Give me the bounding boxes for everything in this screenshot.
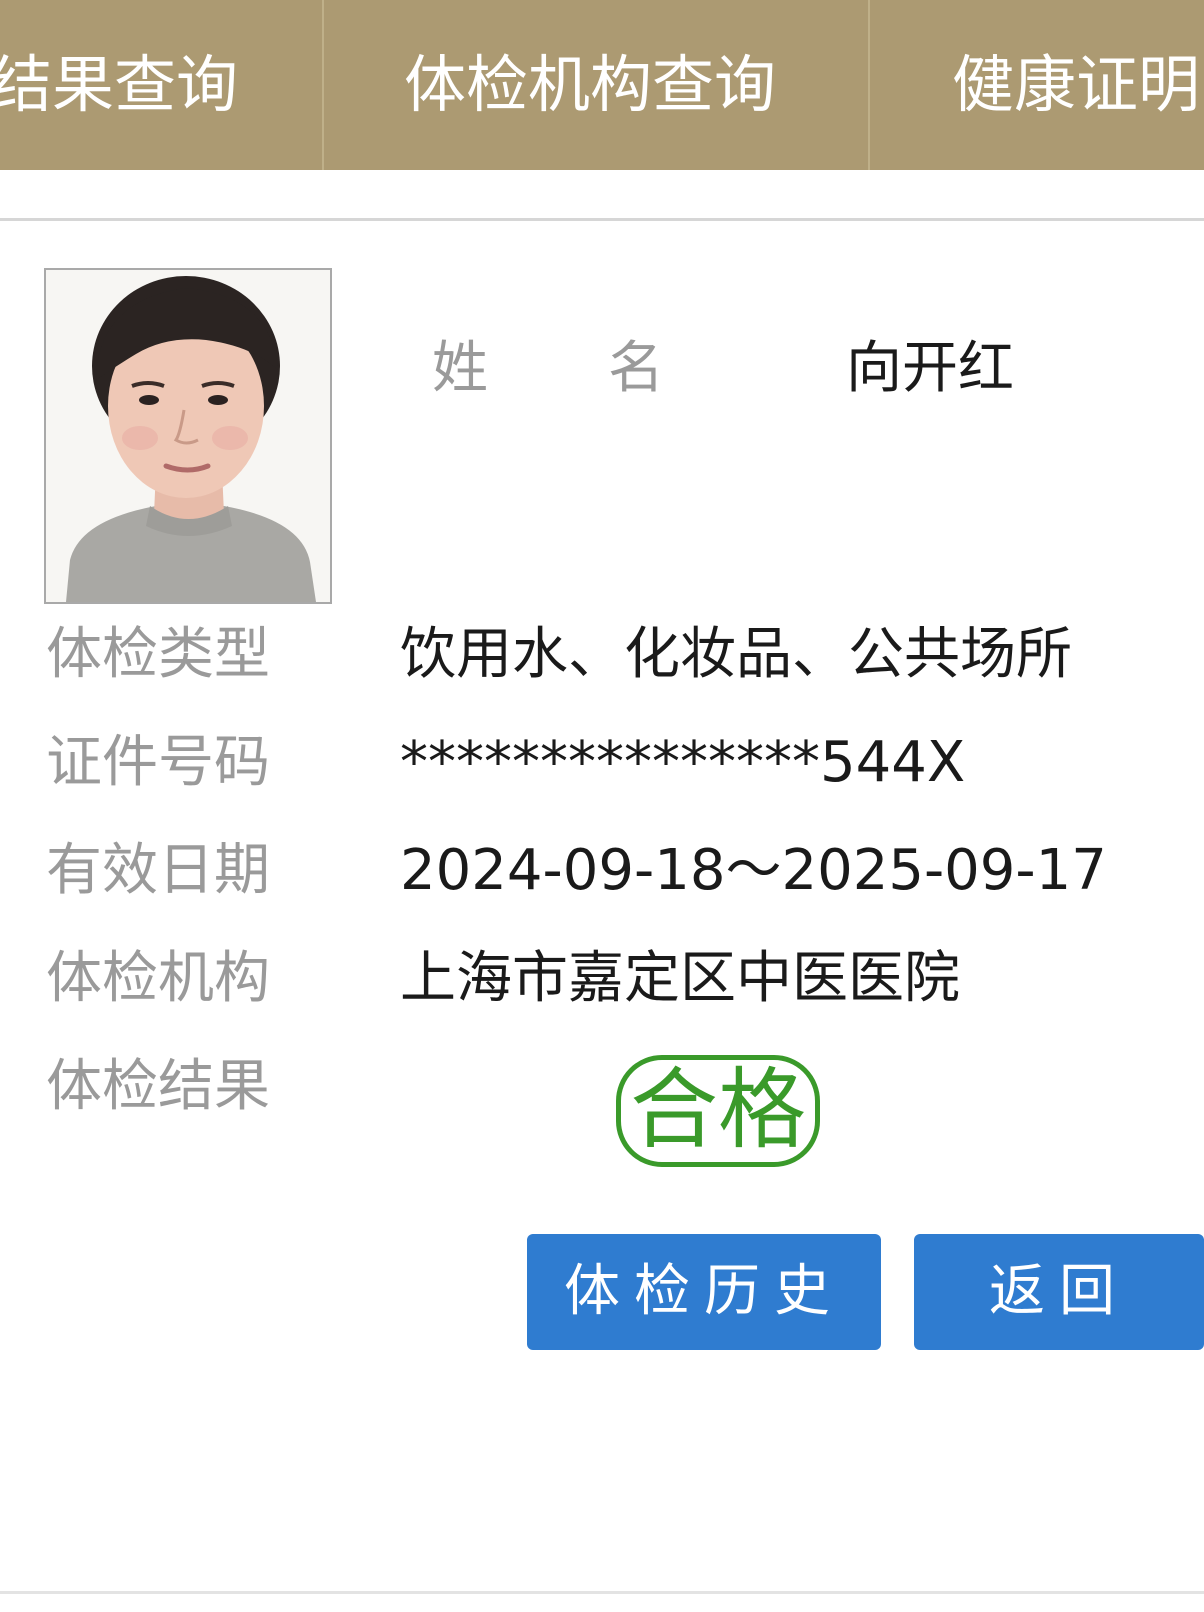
person-photo-icon (46, 270, 330, 602)
name-label-second: 名 (608, 336, 664, 401)
valid-date-label: 有效日期 (46, 838, 270, 903)
exam-type-label: 体检类型 (46, 622, 270, 687)
name-value: 向开红 (846, 336, 1014, 401)
top-nav: 结果查询 体检机构查询 健康证明 (0, 0, 1204, 170)
nav-divider (868, 0, 870, 170)
tab-health-certificate[interactable]: 健康证明 (952, 0, 1204, 170)
qualified-stamp: 合格 (616, 1055, 820, 1167)
exam-history-button[interactable]: 体检历史 (527, 1234, 881, 1350)
id-number-value: ***************544X (400, 730, 966, 795)
institution-value: 上海市嘉定区中医医院 (400, 946, 960, 1011)
tab-result-query[interactable]: 结果查询 (0, 0, 308, 170)
divider-line (0, 218, 1204, 221)
institution-label: 体检机构 (46, 946, 270, 1011)
nav-divider (322, 0, 324, 170)
back-button[interactable]: 返回 (914, 1234, 1204, 1350)
valid-date-value: 2024-09-18～2025-09-17 (400, 838, 1107, 903)
id-photo (44, 268, 332, 604)
name-label-first: 姓 (432, 336, 488, 401)
id-number-label: 证件号码 (46, 730, 270, 795)
result-label: 体检结果 (46, 1054, 270, 1119)
divider-line (0, 1591, 1204, 1594)
exam-type-value: 饮用水、化妆品、公共场所 (400, 622, 1072, 687)
tab-institution-query[interactable]: 体检机构查询 (404, 0, 804, 170)
